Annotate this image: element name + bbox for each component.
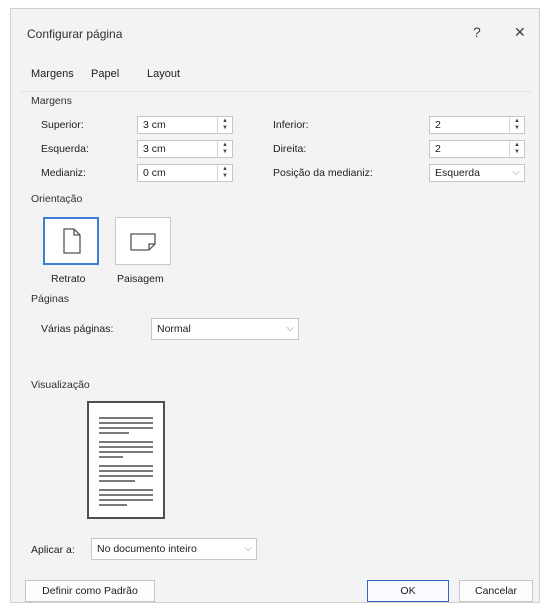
direita-spinner[interactable]: 2 ▲ ▼	[429, 140, 525, 158]
medianiz-spinner[interactable]: 0 cm ▲ ▼	[137, 164, 233, 182]
apply-select[interactable]: No documento inteiro ⌵	[91, 538, 257, 560]
retrato-label: Retrato	[51, 273, 86, 285]
chevron-down-icon: ⌵	[286, 323, 294, 334]
preview-line	[99, 494, 153, 496]
spin-arrows-icon[interactable]: ▲ ▼	[217, 165, 232, 181]
orientation-group-label: Orientação	[31, 193, 83, 205]
spin-arrows-icon[interactable]: ▲ ▼	[509, 141, 524, 157]
preview-line	[99, 417, 153, 419]
chevron-down-icon: ⌵	[244, 543, 252, 554]
esquerda-value: 3 cm	[143, 143, 166, 155]
superior-value: 3 cm	[143, 119, 166, 131]
dialog-title: Configurar página	[27, 27, 123, 41]
medianiz-label: Medianiz:	[41, 167, 86, 179]
paisagem-button[interactable]	[115, 217, 171, 265]
preview-line	[99, 480, 135, 482]
superior-spinner[interactable]: 3 cm ▲ ▼	[137, 116, 233, 134]
page-preview	[87, 401, 165, 519]
tab-margens[interactable]: Margens	[31, 68, 74, 86]
preview-group-label: Visualização	[31, 379, 90, 391]
direita-label: Direita:	[273, 143, 307, 155]
varias-paginas-select[interactable]: Normal ⌵	[151, 318, 299, 340]
superior-label: Superior:	[41, 119, 84, 131]
varias-paginas-label: Várias páginas:	[41, 323, 114, 335]
posicao-medianiz-select[interactable]: Esquerda ⌵	[429, 164, 525, 182]
direita-value: 2	[435, 143, 441, 155]
question-icon: ?	[473, 24, 481, 40]
help-button[interactable]: ?	[473, 24, 481, 40]
inferior-spinner[interactable]: 2 ▲ ▼	[429, 116, 525, 134]
preview-line	[99, 489, 153, 491]
preview-line	[99, 427, 153, 429]
preview-line	[99, 475, 153, 477]
preview-line	[99, 422, 153, 424]
pages-group-label: Páginas	[31, 293, 69, 305]
ok-button[interactable]: OK	[367, 580, 449, 602]
varias-paginas-value: Normal	[157, 323, 191, 335]
spin-arrows-icon[interactable]: ▲ ▼	[509, 117, 524, 133]
posicao-medianiz-value: Esquerda	[435, 167, 480, 179]
inferior-label: Inferior:	[273, 119, 309, 131]
tab-layout[interactable]: Layout	[147, 68, 180, 80]
close-icon: ✕	[514, 24, 526, 40]
preview-line	[99, 451, 153, 453]
set-default-button[interactable]: Definir como Padrão	[25, 580, 155, 602]
spin-arrows-icon[interactable]: ▲ ▼	[217, 141, 232, 157]
inferior-value: 2	[435, 119, 441, 131]
cancel-button[interactable]: Cancelar	[459, 580, 533, 602]
medianiz-value: 0 cm	[143, 167, 166, 179]
preview-line	[99, 470, 153, 472]
margins-group-label: Margens	[31, 95, 72, 107]
retrato-button[interactable]	[43, 217, 99, 265]
preview-line	[99, 499, 153, 501]
preview-line	[99, 456, 123, 458]
tab-papel[interactable]: Papel	[91, 68, 119, 80]
posicao-medianiz-label: Posição da medianiz:	[273, 167, 373, 179]
esquerda-label: Esquerda:	[41, 143, 89, 155]
paisagem-label: Paisagem	[117, 273, 164, 285]
apply-label: Aplicar a:	[31, 544, 75, 556]
page-setup-dialog: Configurar página ? ✕ Margens Papel Layo…	[10, 8, 540, 603]
spin-arrows-icon[interactable]: ▲ ▼	[217, 117, 232, 133]
preview-line	[99, 504, 127, 506]
portrait-page-icon	[63, 228, 81, 254]
esquerda-spinner[interactable]: 3 cm ▲ ▼	[137, 140, 233, 158]
apply-value: No documento inteiro	[97, 543, 197, 555]
tab-divider	[21, 91, 531, 92]
chevron-down-icon: ⌵	[512, 167, 520, 178]
preview-line	[99, 446, 153, 448]
landscape-page-icon	[130, 233, 156, 251]
preview-line	[99, 432, 129, 434]
preview-line	[99, 441, 153, 443]
close-button[interactable]: ✕	[514, 24, 526, 41]
preview-line	[99, 465, 153, 467]
